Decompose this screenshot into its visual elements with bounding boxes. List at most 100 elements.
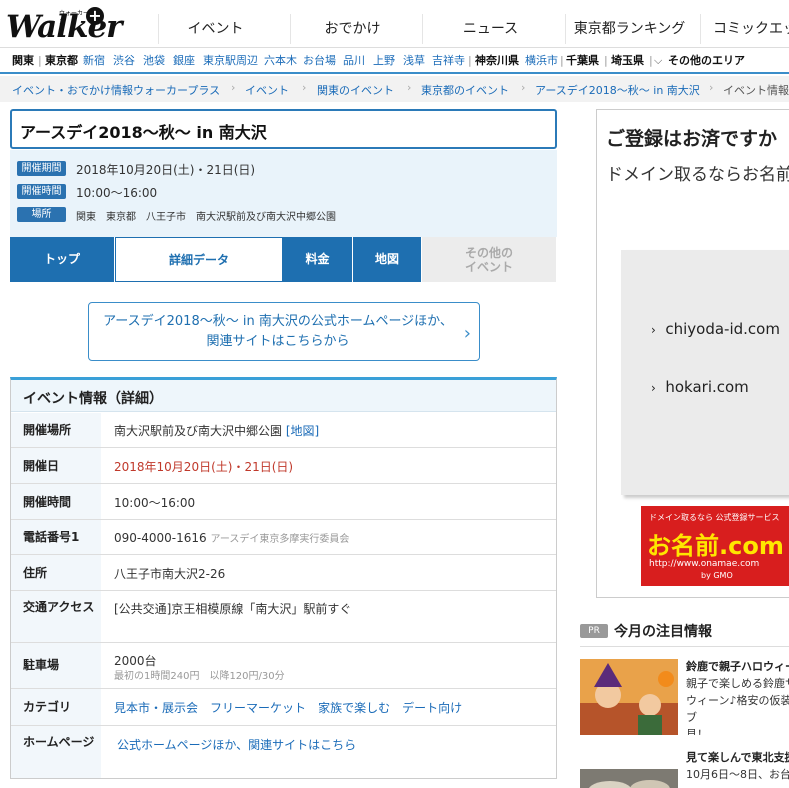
ad-headline: ご登録はお済ですか <box>606 128 778 150</box>
area-asakusa[interactable]: 浅草 <box>403 54 425 68</box>
breadcrumb-event-page[interactable]: アースデイ2018〜秋〜 in 南大沢 <box>535 82 700 98</box>
area-roppongi[interactable]: 六本木 <box>264 54 297 68</box>
row-key: 駐車場 <box>23 658 60 672</box>
time-label: 開催時間 <box>17 184 66 199</box>
details-heading-bar: イベント情報（詳細） <box>11 380 556 412</box>
area-odaiba[interactable]: お台場 <box>303 54 336 68</box>
official-site-link[interactable]: アースデイ2018〜秋〜 in 南大沢の公式ホームページほか、関連サイトはこちら… <box>88 302 480 361</box>
row-value: 090-4000-1616 アースデイ東京多摩実行委員会 <box>114 531 350 545</box>
banner-top-text: ドメイン取るなら 公式登録サービス <box>649 513 780 522</box>
tab-details[interactable]: 詳細データ <box>115 237 283 282</box>
row-key: 住所 <box>23 566 48 580</box>
nav-odekake[interactable]: おでかけ <box>290 14 414 44</box>
area-ikebukuro[interactable]: 池袋 <box>143 54 165 68</box>
details-heading: イベント情報（詳細） <box>23 391 163 407</box>
ad-domain-link[interactable]: › chiyoda-id.com <box>651 320 780 338</box>
place-value: 関東 東京都 八王子市 南大沢駅前及び南大沢中郷公園 <box>76 212 336 223</box>
row-value: 2000台 <box>114 654 157 668</box>
area-kanagawa[interactable]: 神奈川県 <box>475 54 519 68</box>
banner-url: http://www.onamae.com <box>649 559 760 569</box>
area-ueno[interactable]: 上野 <box>373 54 395 68</box>
tab-map[interactable]: 地図 <box>353 237 422 282</box>
breadcrumb-chevron-icon: › <box>231 81 236 94</box>
site-header: Walker ウォーカープラス + イベント おでかけ ニュース 東京都ランキン… <box>0 0 789 48</box>
area-yokohama[interactable]: 横浜市 <box>525 54 558 68</box>
row-value: 10:00〜16:00 <box>114 496 196 510</box>
place-label: 場所 <box>17 207 66 222</box>
pickup-header: PR 今月の注目情報 <box>580 617 789 647</box>
nav-news[interactable]: ニュース <box>422 14 558 44</box>
row-value: 南大沢駅前及び南大沢中郷公園 [地図] <box>114 424 320 438</box>
category-link[interactable]: 見本市・展示会 <box>114 701 198 715</box>
page-title: アースデイ2018〜秋〜 in 南大沢 <box>20 123 267 142</box>
category-link[interactable]: 家族で楽しむ <box>318 701 390 715</box>
area-shinagawa[interactable]: 品川 <box>343 54 365 68</box>
table-row: 開催日 2018年10月20日(土)・21日(日) <box>11 448 556 484</box>
banner-by: by GMO <box>701 571 733 580</box>
category-link[interactable]: フリーマーケット <box>210 701 306 715</box>
area-divider: | <box>560 54 564 67</box>
table-row: カテゴリ 見本市・展示会 フリーマーケット 家族で楽しむ デート向け <box>11 689 556 726</box>
row-key: カテゴリ <box>23 700 72 714</box>
row-key: 開催場所 <box>23 423 72 437</box>
chevron-right-icon: › <box>463 323 471 344</box>
tab-other-events: その他の イベント <box>422 237 557 282</box>
pickup-card-title: 鈴鹿で親子ハロウィーン <box>686 660 789 673</box>
chevron-down-icon[interactable]: ⌵ <box>654 54 662 68</box>
event-details-table: イベント情報（詳細） 開催場所 南大沢駅前及び南大沢中郷公園 [地図] 開催日 … <box>10 377 557 779</box>
breadcrumb-chevron-icon: › <box>709 81 714 94</box>
area-tokyo-station[interactable]: 東京駅周辺 <box>203 54 258 68</box>
breadcrumb-event[interactable]: イベント <box>245 82 289 98</box>
breadcrumb-chevron-icon: › <box>521 81 526 94</box>
banner-main-text: お名前.com <box>647 532 784 560</box>
breadcrumb-chevron-icon: › <box>302 81 307 94</box>
pickup-title: 今月の注目情報 <box>614 624 712 640</box>
nav-event[interactable]: イベント <box>158 14 272 44</box>
row-key: 交通アクセス <box>23 600 95 614</box>
homepage-link[interactable]: 公式ホームページほか、関連サイトはこちら <box>117 737 356 753</box>
event-title-box: アースデイ2018〜秋〜 in 南大沢 <box>10 109 557 149</box>
table-row: ホームページ 公式ホームページほか、関連サイトはこちら <box>11 726 556 778</box>
pickup-card[interactable]: 鈴鹿で親子ハロウィーン 親子で楽しめる鈴鹿サ ウィーン♪格安の仮装ブ 見！ <box>580 659 789 735</box>
breadcrumb-home[interactable]: イベント・おでかけ情報ウォーカープラス <box>12 82 220 98</box>
onamae-banner[interactable]: ドメイン取るなら 公式登録サービス お名前.com http://www.ona… <box>641 506 789 586</box>
row-value: [公共交通]京王相模原線「南大沢」駅前すぐ <box>114 602 352 616</box>
table-row: 住所 八王子市南大沢2-26 <box>11 555 556 591</box>
map-link[interactable]: [地図] <box>286 424 319 438</box>
area-saitama[interactable]: 埼玉県 <box>611 54 644 68</box>
pr-badge: PR <box>580 624 608 638</box>
area-shibuya[interactable]: 渋谷 <box>113 54 135 68</box>
area-tokyo[interactable]: 東京都 <box>45 54 78 68</box>
area-divider: | <box>38 54 42 67</box>
official-site-link-text: アースデイ2018〜秋〜 in 南大沢の公式ホームページほか、関連サイトはこちら… <box>103 314 453 349</box>
area-divider: | <box>604 54 608 67</box>
nav-comic[interactable]: コミックエッ <box>700 14 789 44</box>
period-label: 開催期間 <box>17 161 66 176</box>
ad-domain-link[interactable]: › hokari.com <box>651 378 749 396</box>
breadcrumb-chevron-icon: › <box>407 81 412 94</box>
ad-subline: ドメイン取るならお名前 <box>606 165 789 185</box>
area-shinjuku[interactable]: 新宿 <box>83 54 105 68</box>
tab-price[interactable]: 料金 <box>283 237 353 282</box>
logo-plus-icon: + <box>86 7 104 25</box>
area-kichijoji[interactable]: 吉祥寺 <box>432 54 465 68</box>
area-nav: 関東 | 東京都 新宿 渋谷 池袋 銀座 東京駅周辺 六本木 お台場 品川 上野… <box>0 48 789 74</box>
row-value: 2018年10月20日(土)・21日(日) <box>114 460 294 474</box>
category-link[interactable]: デート向け <box>402 701 462 715</box>
area-ginza[interactable]: 銀座 <box>173 54 195 68</box>
walker-plus-logo[interactable]: Walker ウォーカープラス + <box>6 7 123 46</box>
domain-ad[interactable]: ご登録はお済ですか ドメイン取るならお名前 › chiyoda-id.com ›… <box>596 109 789 598</box>
pickup-card-desc: 10月6日〜8日、お台場 <box>686 768 789 781</box>
breadcrumb-tokyo[interactable]: 東京都のイベント <box>421 82 509 98</box>
breadcrumb-kanto[interactable]: 関東のイベント <box>317 82 394 98</box>
area-divider: | <box>649 54 653 67</box>
area-kanto[interactable]: 関東 <box>12 54 34 68</box>
pickup-card[interactable]: 見て楽しんで東北支援 10月6日〜8日、お台場 <box>580 750 789 788</box>
nav-ranking[interactable]: 東京都ランキング <box>565 14 693 44</box>
oyster-thumbnail <box>580 769 678 788</box>
breadcrumb-current: イベント情報 <box>723 84 789 97</box>
tab-top[interactable]: トップ <box>10 237 115 282</box>
area-chiba[interactable]: 千葉県 <box>566 54 599 68</box>
area-other[interactable]: その他のエリア <box>668 54 745 68</box>
breadcrumb: イベント・おでかけ情報ウォーカープラス › イベント › 関東のイベント › 東… <box>0 76 789 102</box>
